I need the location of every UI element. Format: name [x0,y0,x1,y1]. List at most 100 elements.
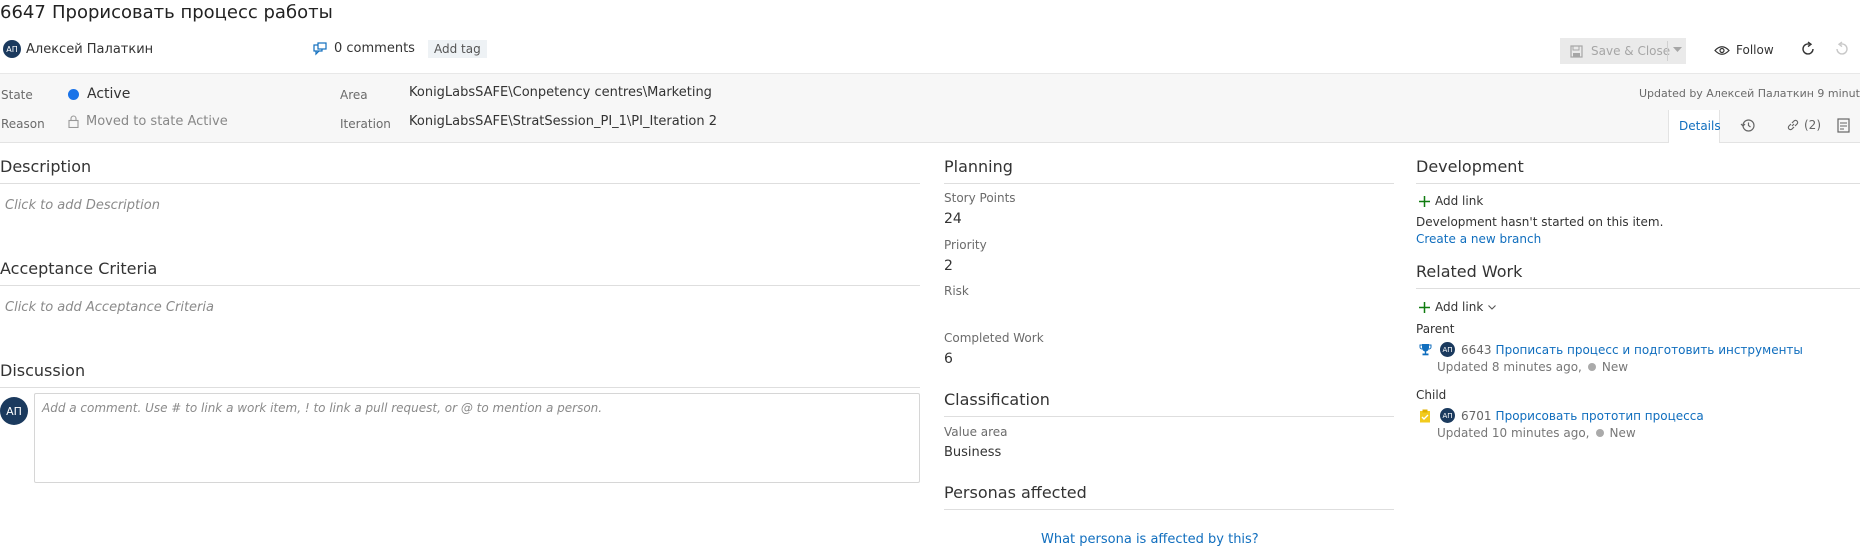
assignee-picker[interactable]: АП Алексей Палаткин [3,40,153,58]
eye-icon [1714,45,1730,56]
parent-group-label: Parent [1416,322,1455,336]
reason-field: Moved to state Active [68,114,228,129]
child-state-dot [1595,429,1604,437]
reason-label: Reason [1,117,45,131]
related-work-heading: Related Work [1416,262,1523,281]
child-group-label: Child [1416,388,1447,402]
related-work-divider [1416,288,1860,289]
comments-count: 0 comments [334,41,415,56]
classification-heading: Classification [944,390,1050,409]
child-state: New [1609,426,1636,440]
state-value: Active [87,86,131,102]
classification-divider [944,416,1394,417]
child-id: 6701 [1461,408,1492,423]
tab-links[interactable]: (2) [1786,118,1821,132]
parent-state-dot [1587,363,1596,371]
undo-icon[interactable] [1834,41,1850,57]
personas-heading: Personas affected [944,483,1087,502]
state-field[interactable]: Active [68,86,130,102]
iteration-path-field[interactable]: KonigLabsSAFE\StratSession_PI_1\PI_Itera… [409,114,717,129]
story-points-label: Story Points [944,191,1016,205]
story-points-field[interactable]: 24 [944,211,962,227]
updated-by-text[interactable]: Updated by Алексей Палаткин 9 minutes [1639,87,1860,100]
work-item-title[interactable]: Прорисовать процесс работы [52,2,333,23]
trophy-icon [1419,343,1432,356]
discussion-heading: Discussion [0,361,86,380]
chevron-down-icon [1488,304,1497,310]
area-path-field[interactable]: KonigLabsSAFE\Conpetency centres\Marketi… [409,85,712,100]
assignee-avatar: АП [3,40,21,58]
follow-button[interactable]: Follow [1714,43,1774,57]
discussion-divider [0,387,920,388]
acceptance-criteria-divider [0,285,920,286]
save-close-button[interactable]: Save & Close [1560,38,1686,64]
acceptance-criteria-editor[interactable]: Click to add Acceptance Criteria [5,300,214,315]
completed-work-field[interactable]: 6 [944,351,953,367]
work-item-id: 6647 [0,2,46,23]
acceptance-criteria-heading: Acceptance Criteria [0,259,158,278]
parent-avatar: АП [1440,342,1455,357]
work-item-meta-bar [0,73,1860,143]
add-tag-button[interactable]: Add tag [428,40,487,58]
development-heading: Development [1416,157,1524,176]
history-icon[interactable] [1740,118,1756,133]
priority-label: Priority [944,238,987,252]
child-avatar: АП [1440,408,1455,423]
personas-divider [944,509,1394,510]
description-editor[interactable]: Click to add Description [5,198,160,213]
related-add-link-button[interactable]: Add link [1419,300,1497,314]
planning-divider [944,183,1394,184]
related-add-link-label: Add link [1435,300,1484,314]
personas-affected-link[interactable]: What persona is affected by this? [1041,532,1259,547]
risk-label: Risk [944,284,969,298]
comments-icon [313,41,328,56]
comment-input[interactable]: Add a comment. Use # to link a work item… [34,393,920,483]
child-title-link[interactable]: Прорисовать прототип процесса [1496,409,1704,423]
parent-status-line: Updated 8 minutes ago, New [1437,360,1628,374]
save-icon [1570,44,1583,58]
dev-add-link-button[interactable]: Add link [1419,194,1483,208]
attachment-icon[interactable] [1837,118,1860,134]
tab-details-label: Details [1679,119,1721,133]
plus-icon [1419,195,1430,207]
comments-link[interactable]: 0 comments [313,41,415,56]
lock-icon [68,115,79,128]
iteration-label: Iteration [340,117,391,131]
completed-work-label: Completed Work [944,331,1044,345]
comment-placeholder: Add a comment. Use # to link a work item… [42,401,603,415]
plus-icon [1419,301,1430,313]
link-icon [1786,118,1800,132]
save-close-label: Save & Close [1591,44,1671,58]
comment-author-avatar: АП [0,397,28,425]
priority-field[interactable]: 2 [944,258,953,274]
development-divider [1416,183,1860,184]
area-label: Area [340,88,368,102]
dev-not-started-text: Development hasn't started on this item. [1416,215,1664,229]
task-clipboard-icon [1419,409,1431,423]
tab-links-count: (2) [1804,118,1821,132]
description-divider [0,183,920,184]
follow-label: Follow [1736,43,1774,57]
reason-value: Moved to state Active [86,114,228,129]
parent-title-link[interactable]: Прописать процесс и подготовить инструме… [1496,343,1803,357]
state-label: State [1,88,33,102]
child-status-line: Updated 10 minutes ago, New [1437,426,1636,440]
child-link-item[interactable]: АП 6701 Прорисовать прототип процесса [1419,408,1704,423]
parent-state: New [1601,360,1629,374]
planning-heading: Planning [944,157,1013,176]
parent-id: 6643 [1461,342,1492,357]
chevron-down-icon[interactable] [1673,47,1682,53]
refresh-icon[interactable] [1800,41,1816,57]
value-area-label: Value area [944,425,1008,439]
assignee-name: Алексей Палаткин [26,41,154,57]
value-area-field[interactable]: Business [944,445,1001,460]
state-indicator-icon [68,88,79,100]
parent-updated-text: Updated 8 minutes ago, [1437,360,1582,374]
dev-add-link-label: Add link [1435,194,1484,208]
parent-link-item[interactable]: АП 6643 Прописать процесс и подготовить … [1419,342,1803,357]
child-updated-text: Updated 10 minutes ago, [1437,426,1590,440]
risk-field[interactable] [944,302,1244,322]
tab-details[interactable]: Details [1668,110,1721,143]
create-branch-link[interactable]: Create a new branch [1416,232,1541,246]
description-heading: Description [0,157,92,176]
